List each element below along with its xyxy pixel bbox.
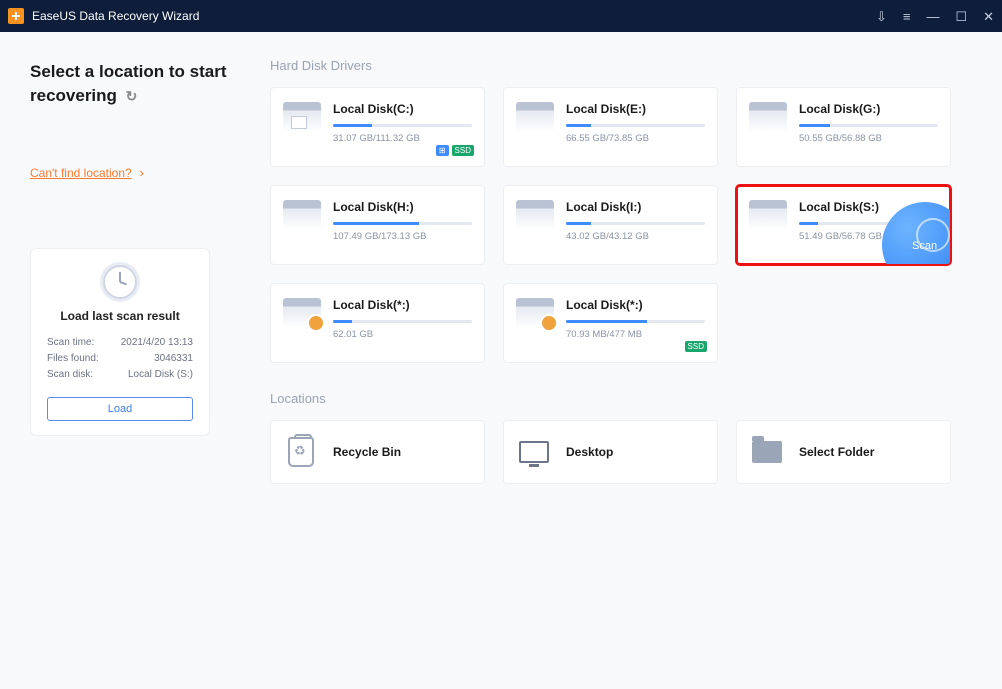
section-hdd: Hard Disk Drivers	[270, 58, 984, 73]
disk-icon	[283, 102, 321, 132]
disk-icon	[749, 102, 787, 132]
disk-icon	[283, 298, 321, 328]
disk-size: 66.55 GB/73.85 GB	[566, 133, 705, 144]
disk-name: Local Disk(H:)	[333, 200, 472, 214]
location-card[interactable]: Recycle Bin	[270, 420, 485, 484]
clock-icon	[103, 265, 137, 299]
disk-name: Local Disk(G:)	[799, 102, 938, 116]
disk-icon	[749, 200, 787, 230]
last-scan-title: Load last scan result	[47, 309, 193, 323]
disk-card[interactable]: Local Disk(*:) 70.93 MB/477 MBSSD	[503, 283, 718, 363]
last-scan-row: Scan time:2021/4/20 13:13	[47, 335, 193, 351]
disk-card[interactable]: Local Disk(C:) 31.07 GB/111.32 GB⊞SSD	[270, 87, 485, 167]
usage-bar	[566, 320, 705, 323]
disk-name: Local Disk(C:)	[333, 102, 472, 116]
menu-icon[interactable]: ≡	[903, 10, 911, 23]
disk-size: 107.49 GB/173.13 GB	[333, 231, 472, 242]
bin-icon	[283, 434, 319, 470]
disk-card[interactable]: Local Disk(E:) 66.55 GB/73.85 GB	[503, 87, 718, 167]
disk-icon	[516, 298, 554, 328]
last-scan-row: Scan disk:Local Disk (S:)	[47, 367, 193, 383]
disk-size: 43.02 GB/43.12 GB	[566, 231, 705, 242]
close-icon[interactable]: ✕	[983, 10, 994, 23]
usage-bar	[799, 124, 938, 127]
disk-size: 50.55 GB/56.88 GB	[799, 133, 938, 144]
page-title: Select a location to start recovering ↻	[30, 60, 238, 108]
disk-name: Local Disk(*:)	[333, 298, 472, 312]
disk-size: 31.07 GB/111.32 GB	[333, 133, 472, 144]
disk-card[interactable]: Local Disk(H:) 107.49 GB/173.13 GB	[270, 185, 485, 265]
disk-card[interactable]: Local Disk(I:) 43.02 GB/43.12 GB	[503, 185, 718, 265]
maximize-icon[interactable]: ☐	[955, 10, 967, 23]
app-logo-icon	[8, 8, 24, 24]
location-card[interactable]: Desktop	[503, 420, 718, 484]
location-name: Desktop	[566, 445, 613, 459]
disk-name: Local Disk(*:)	[566, 298, 705, 312]
cant-find-link[interactable]: Can't find location?››	[30, 166, 140, 180]
disk-size: 70.93 MB/477 MB	[566, 329, 705, 340]
last-scan-card: Load last scan result Scan time:2021/4/2…	[30, 248, 210, 436]
disk-icon	[283, 200, 321, 230]
disk-name: Local Disk(E:)	[566, 102, 705, 116]
usage-bar	[566, 124, 705, 127]
ssd-tag: SSD	[685, 341, 707, 352]
usage-bar	[566, 222, 705, 225]
system-tag: ⊞	[436, 145, 449, 156]
location-card[interactable]: Select Folder	[736, 420, 951, 484]
usage-bar	[333, 320, 472, 323]
ssd-tag: SSD	[452, 145, 474, 156]
download-icon[interactable]: ⇩	[876, 10, 887, 23]
app-title: EaseUS Data Recovery Wizard	[32, 9, 199, 23]
disk-icon	[516, 102, 554, 132]
load-button[interactable]: Load	[47, 397, 193, 421]
last-scan-row: Files found:3046331	[47, 351, 193, 367]
location-name: Recycle Bin	[333, 445, 401, 459]
mon-icon	[516, 434, 552, 470]
usage-bar	[333, 124, 472, 127]
disk-size: 62.01 GB	[333, 329, 472, 340]
disk-card[interactable]: Local Disk(S:)51.49 GB/56.78 GBScan	[736, 185, 951, 265]
disk-card[interactable]: Local Disk(*:) 62.01 GB	[270, 283, 485, 363]
section-locations: Locations	[270, 391, 984, 406]
refresh-icon[interactable]: ↻	[126, 87, 138, 107]
usage-bar	[333, 222, 472, 225]
titlebar: EaseUS Data Recovery Wizard ⇩ ≡ — ☐ ✕	[0, 0, 1002, 32]
sidebar: Select a location to start recovering ↻ …	[0, 32, 260, 689]
fold-icon	[749, 434, 785, 470]
disk-name: Local Disk(I:)	[566, 200, 705, 214]
location-name: Select Folder	[799, 445, 874, 459]
main-content: Hard Disk Drivers Local Disk(C:) 31.07 GB…	[260, 32, 1002, 689]
minimize-icon[interactable]: —	[926, 10, 939, 23]
disk-icon	[516, 200, 554, 230]
disk-card[interactable]: Local Disk(G:) 50.55 GB/56.88 GB	[736, 87, 951, 167]
